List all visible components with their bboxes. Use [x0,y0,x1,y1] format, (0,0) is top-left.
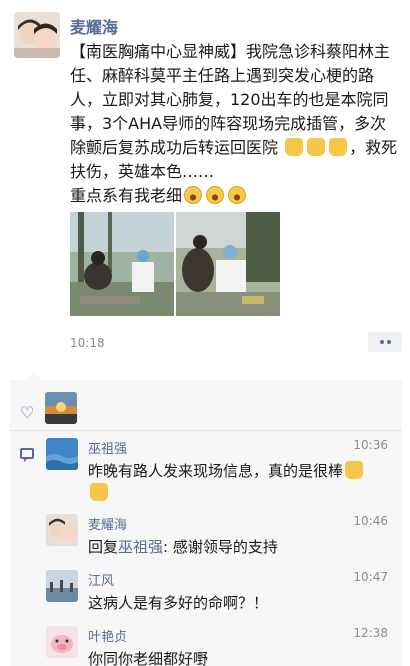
comment-time: 12:38 [353,626,388,640]
photo-2[interactable] [176,212,280,316]
more-dots-icon[interactable] [368,332,402,352]
thumbs-up-icon [90,483,108,501]
comment-text: 回复巫祖强: 感谢领导的支持 [88,538,278,556]
grin-icon [228,186,247,204]
commenter-avatar[interactable] [46,626,78,658]
reply-to-name[interactable]: 巫祖强 [118,538,163,556]
commenter-avatar[interactable] [46,438,78,470]
thumbs-up-icon [329,138,348,156]
comment-text: 昨晚有路人发来现场信息，真的是很棒 [88,460,388,504]
post-text: 【南医胸痛中心显神威】我院急诊科蔡阳林主任、麻醉科莫平主任路上遇到突发心梗的路人… [70,40,402,208]
like-avatar[interactable] [45,392,77,424]
commenter-avatar[interactable] [46,514,78,546]
thumbs-up-icon [345,461,364,479]
comment-time: 10:36 [353,438,388,452]
comment-text: 这病人是有多好的命啊？！ [88,594,269,612]
comment-text: 你同你老细都好嘢 [88,650,209,666]
comment-time: 10:47 [353,570,388,584]
post-text-line2: 重点系有我老细 [70,186,183,205]
thumbs-up-icon [285,138,304,156]
comment-item[interactable]: 叶艳贞 12:38 你同你老细都好嘢 [46,626,392,666]
grin-icon [184,186,203,204]
commenter-name[interactable]: 麦耀海 [88,514,127,533]
post-time: 10:18 [70,336,105,350]
comment-time: 10:46 [353,514,388,528]
divider [10,430,402,431]
commenter-name[interactable]: 巫祖强 [88,438,127,457]
commenter-name[interactable]: 叶艳贞 [88,626,127,645]
author-name[interactable]: 麦耀海 [70,14,118,38]
likes-row: ♡ [10,382,402,426]
commenter-name[interactable]: 江风 [88,570,114,589]
grin-icon [206,186,225,204]
thumbs-up-icon [307,138,326,156]
panel-caret [26,372,42,380]
author-avatar[interactable] [14,12,60,58]
comment-item[interactable]: 麦耀海 10:46 回复巫祖强: 感谢领导的支持 [46,514,392,560]
comment-icon [20,448,34,462]
photo-1[interactable] [70,212,174,316]
comment-item[interactable]: 巫祖强 10:36 昨晚有路人发来现场信息，真的是很棒 [46,438,392,501]
commenter-avatar[interactable] [46,570,78,602]
comment-item[interactable]: 江风 10:47 这病人是有多好的命啊？！ [46,570,392,616]
heart-icon: ♡ [20,403,35,422]
